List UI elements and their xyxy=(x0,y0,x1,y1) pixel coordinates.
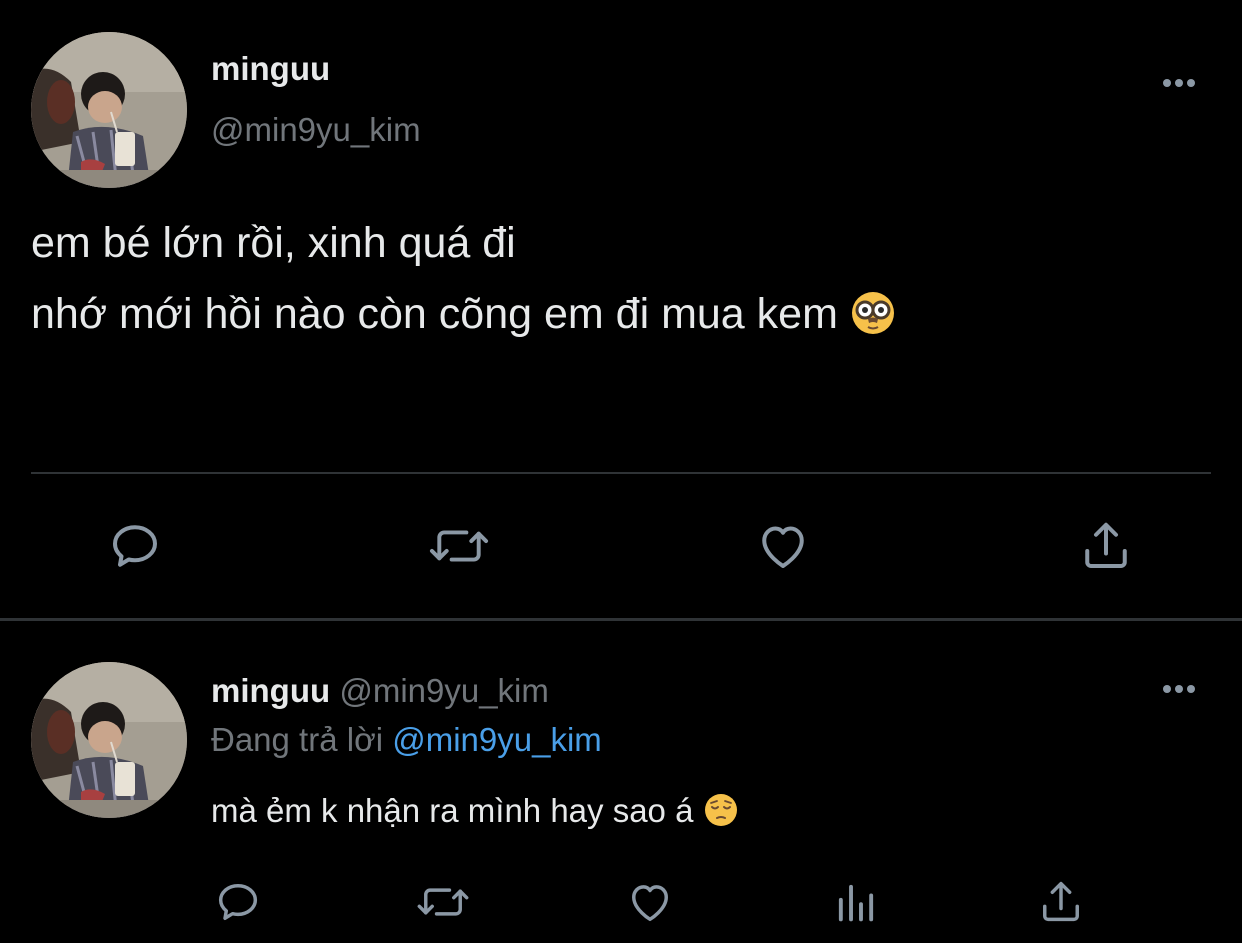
analytics-button[interactable] xyxy=(826,874,886,930)
like-icon xyxy=(632,885,668,922)
reply-button[interactable] xyxy=(208,874,268,930)
reply-header: minguu @min9yu_kim xyxy=(211,672,549,710)
share-icon xyxy=(1085,522,1127,568)
more-button[interactable] xyxy=(1159,674,1199,704)
avatar[interactable] xyxy=(31,32,187,188)
divider xyxy=(31,472,1211,474)
more-button[interactable] xyxy=(1159,68,1199,98)
more-horizontal-icon xyxy=(1163,79,1195,87)
replying-to-label: Đang trả lời xyxy=(211,721,384,758)
nerd-disguise-face-icon xyxy=(851,292,894,334)
reply-icon xyxy=(218,884,258,920)
tweet-text-line-with-emoji: nhớ mới hồi nào còn cõng em đi mua kem xyxy=(31,290,896,339)
user-handle[interactable]: @min9yu_kim xyxy=(339,672,549,709)
pensive-face-icon xyxy=(704,794,737,826)
reply-icon xyxy=(113,525,157,567)
reply-text: mà ẻm k nhận ra mình hay sao á xyxy=(211,792,739,830)
share-button[interactable] xyxy=(1031,874,1091,930)
tweet-text-line: nhớ mới hồi nào còn cõng em đi mua kem xyxy=(31,290,838,338)
tweet-text: mà ẻm k nhận ra mình hay sao á xyxy=(211,792,694,829)
retweet-button[interactable] xyxy=(413,874,473,930)
display-name[interactable]: minguu xyxy=(211,50,330,88)
share-icon xyxy=(1043,881,1079,922)
replying-to: Đang trả lời @min9yu_kim xyxy=(211,721,602,759)
user-handle[interactable]: @min9yu_kim xyxy=(211,111,421,149)
more-horizontal-icon xyxy=(1163,685,1195,693)
avatar-photo xyxy=(31,662,187,818)
mention-link[interactable]: @min9yu_kim xyxy=(392,721,602,758)
display-name[interactable]: minguu xyxy=(211,672,330,709)
analytics-icon xyxy=(838,884,874,922)
retweet-icon xyxy=(429,530,489,562)
like-button[interactable] xyxy=(620,874,680,930)
tweet-text-line: em bé lớn rồi, xinh quá đi xyxy=(31,219,516,267)
reply-button[interactable] xyxy=(100,514,170,578)
avatar[interactable] xyxy=(31,662,187,818)
share-button[interactable] xyxy=(1071,514,1141,578)
retweet-icon xyxy=(417,888,469,916)
avatar-photo xyxy=(31,32,187,188)
like-button[interactable] xyxy=(748,514,818,578)
retweet-button[interactable] xyxy=(424,514,494,578)
like-icon xyxy=(762,526,804,568)
tweet-separator xyxy=(0,618,1242,621)
